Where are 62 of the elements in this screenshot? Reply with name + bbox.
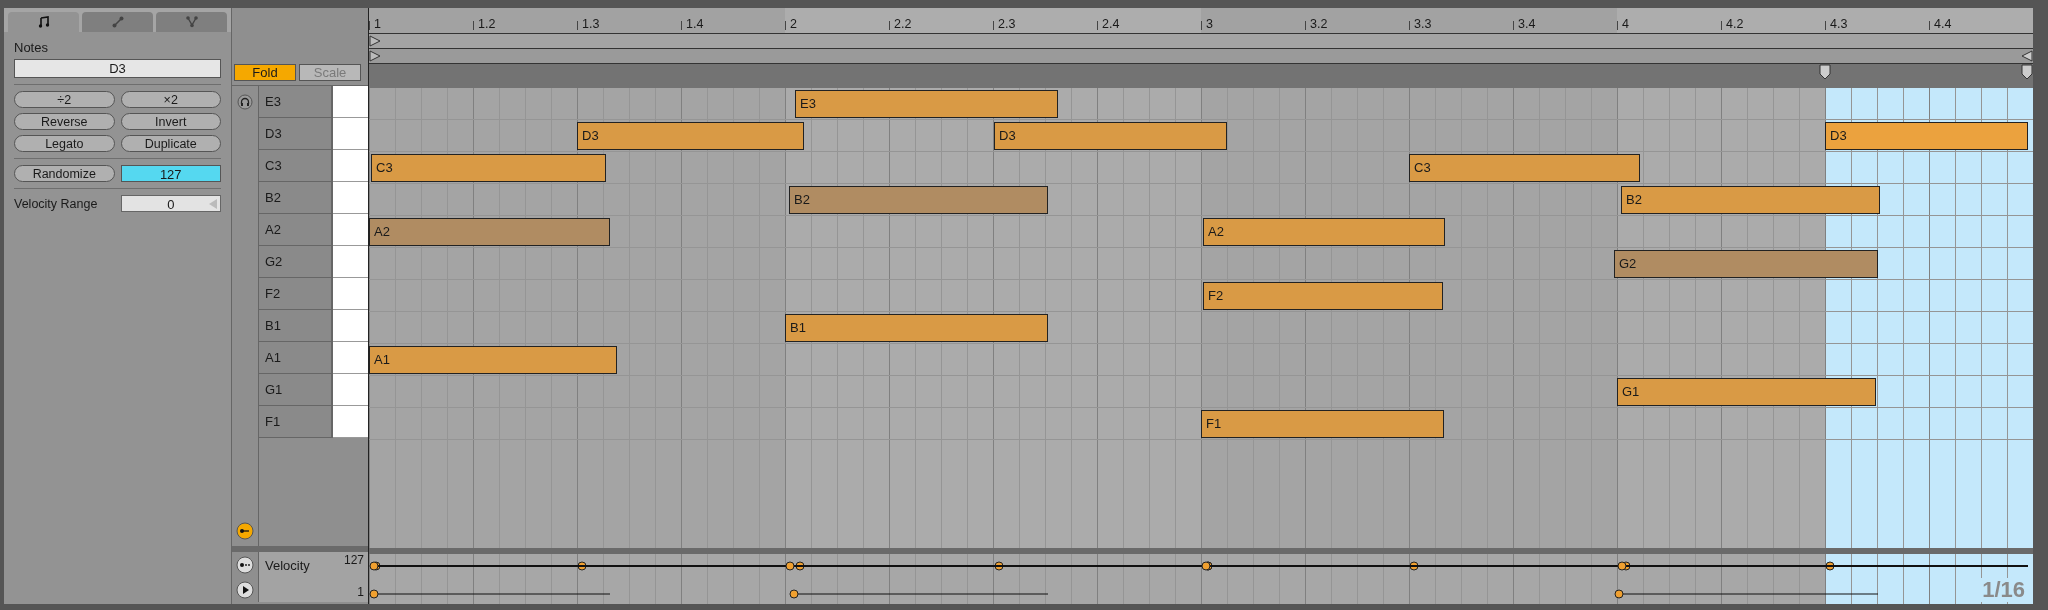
key-label: A1 [259, 342, 333, 374]
midi-note[interactable]: E3 [795, 90, 1058, 118]
note-field[interactable]: D3 [14, 59, 221, 78]
midi-note[interactable]: C3 [1409, 154, 1640, 182]
key-label: F2 [259, 278, 333, 310]
ruler-label: 4 [1617, 21, 1721, 30]
midi-note[interactable]: G1 [1617, 378, 1876, 406]
key-label: G1 [259, 374, 333, 406]
midi-note[interactable]: F1 [1201, 410, 1444, 438]
ruler-label: 1.3 [577, 21, 681, 30]
key-label: D3 [259, 118, 333, 150]
velocity-max-label: 127 [343, 553, 364, 567]
key-label: B1 [259, 310, 333, 342]
ruler-label: 1 [369, 21, 473, 30]
randomize-value-field[interactable]: 127 [120, 165, 221, 182]
edit-button[interactable]: Legato [14, 135, 115, 152]
ruler-label: 2.2 [889, 21, 993, 30]
edit-button[interactable]: Duplicate [120, 135, 221, 152]
midi-note[interactable]: A2 [369, 218, 610, 246]
midi-note[interactable]: G2 [1614, 250, 1878, 278]
edit-button[interactable]: ÷2 [14, 91, 115, 108]
randomize-button[interactable]: Randomize [14, 165, 115, 182]
edit-button[interactable]: Reverse [14, 113, 115, 130]
ruler-label: 2.4 [1097, 21, 1201, 30]
ruler-label: 4.2 [1721, 21, 1825, 30]
velocity-lane-label: Velocity [264, 557, 310, 575]
midi-note[interactable]: B1 [785, 314, 1048, 342]
ruler-label: 1.4 [681, 21, 785, 30]
ruler-label: 2 [785, 21, 889, 30]
ruler-label: 4.4 [1929, 21, 2033, 30]
key-label: F1 [259, 406, 333, 438]
timeline-ruler[interactable]: 1 1.2 1.3 1.4 2 2.2 2.3 2.4 3 3.2 3.3 3.4 4 4.2 4.3 4.4 [369, 8, 2033, 34]
ruler-label: 3.2 [1305, 21, 1409, 30]
ruler-label: 2.3 [993, 21, 1097, 30]
key-label: B2 [259, 182, 333, 214]
velocity-range-label: Velocity Range [14, 196, 99, 211]
ruler-label: 1.2 [473, 21, 577, 30]
midi-note[interactable]: F2 [1203, 282, 1443, 310]
midi-note[interactable]: D3 [994, 122, 1227, 150]
ruler-label: 3.3 [1409, 21, 1513, 30]
edit-button[interactable]: Invert [120, 113, 221, 130]
midi-note[interactable]: C3 [371, 154, 606, 182]
midi-note[interactable]: D3 [577, 122, 804, 150]
velocity-min-label: 1 [357, 585, 364, 599]
key-label: C3 [259, 150, 333, 182]
ruler-label: 3.4 [1513, 21, 1617, 30]
edit-button[interactable]: ×2 [120, 91, 221, 108]
fold-toggle[interactable]: Fold [234, 64, 296, 81]
midi-note[interactable]: A1 [369, 346, 617, 374]
key-label: G2 [259, 246, 333, 278]
key-label: E3 [259, 86, 333, 118]
midi-note[interactable]: A2 [1203, 218, 1445, 246]
ruler-label: 4.3 [1825, 21, 1929, 30]
midi-note[interactable]: D3 [1825, 122, 2028, 150]
key-label: A2 [259, 214, 333, 246]
velocity-range-field[interactable]: 0 [120, 195, 221, 212]
midi-note[interactable]: B2 [789, 186, 1048, 214]
midi-note[interactable]: B2 [1621, 186, 1880, 214]
note-grid[interactable]: E3 D3 D3 D3 C3 C3 B2 B2 A2 A2 G2 F2 B1 A1 G1 F1 [369, 88, 2033, 548]
grid-quantize-label: 1/16 [1980, 578, 2027, 602]
notes-title: Notes [14, 40, 49, 55]
ruler-label: 3 [1201, 21, 1305, 30]
